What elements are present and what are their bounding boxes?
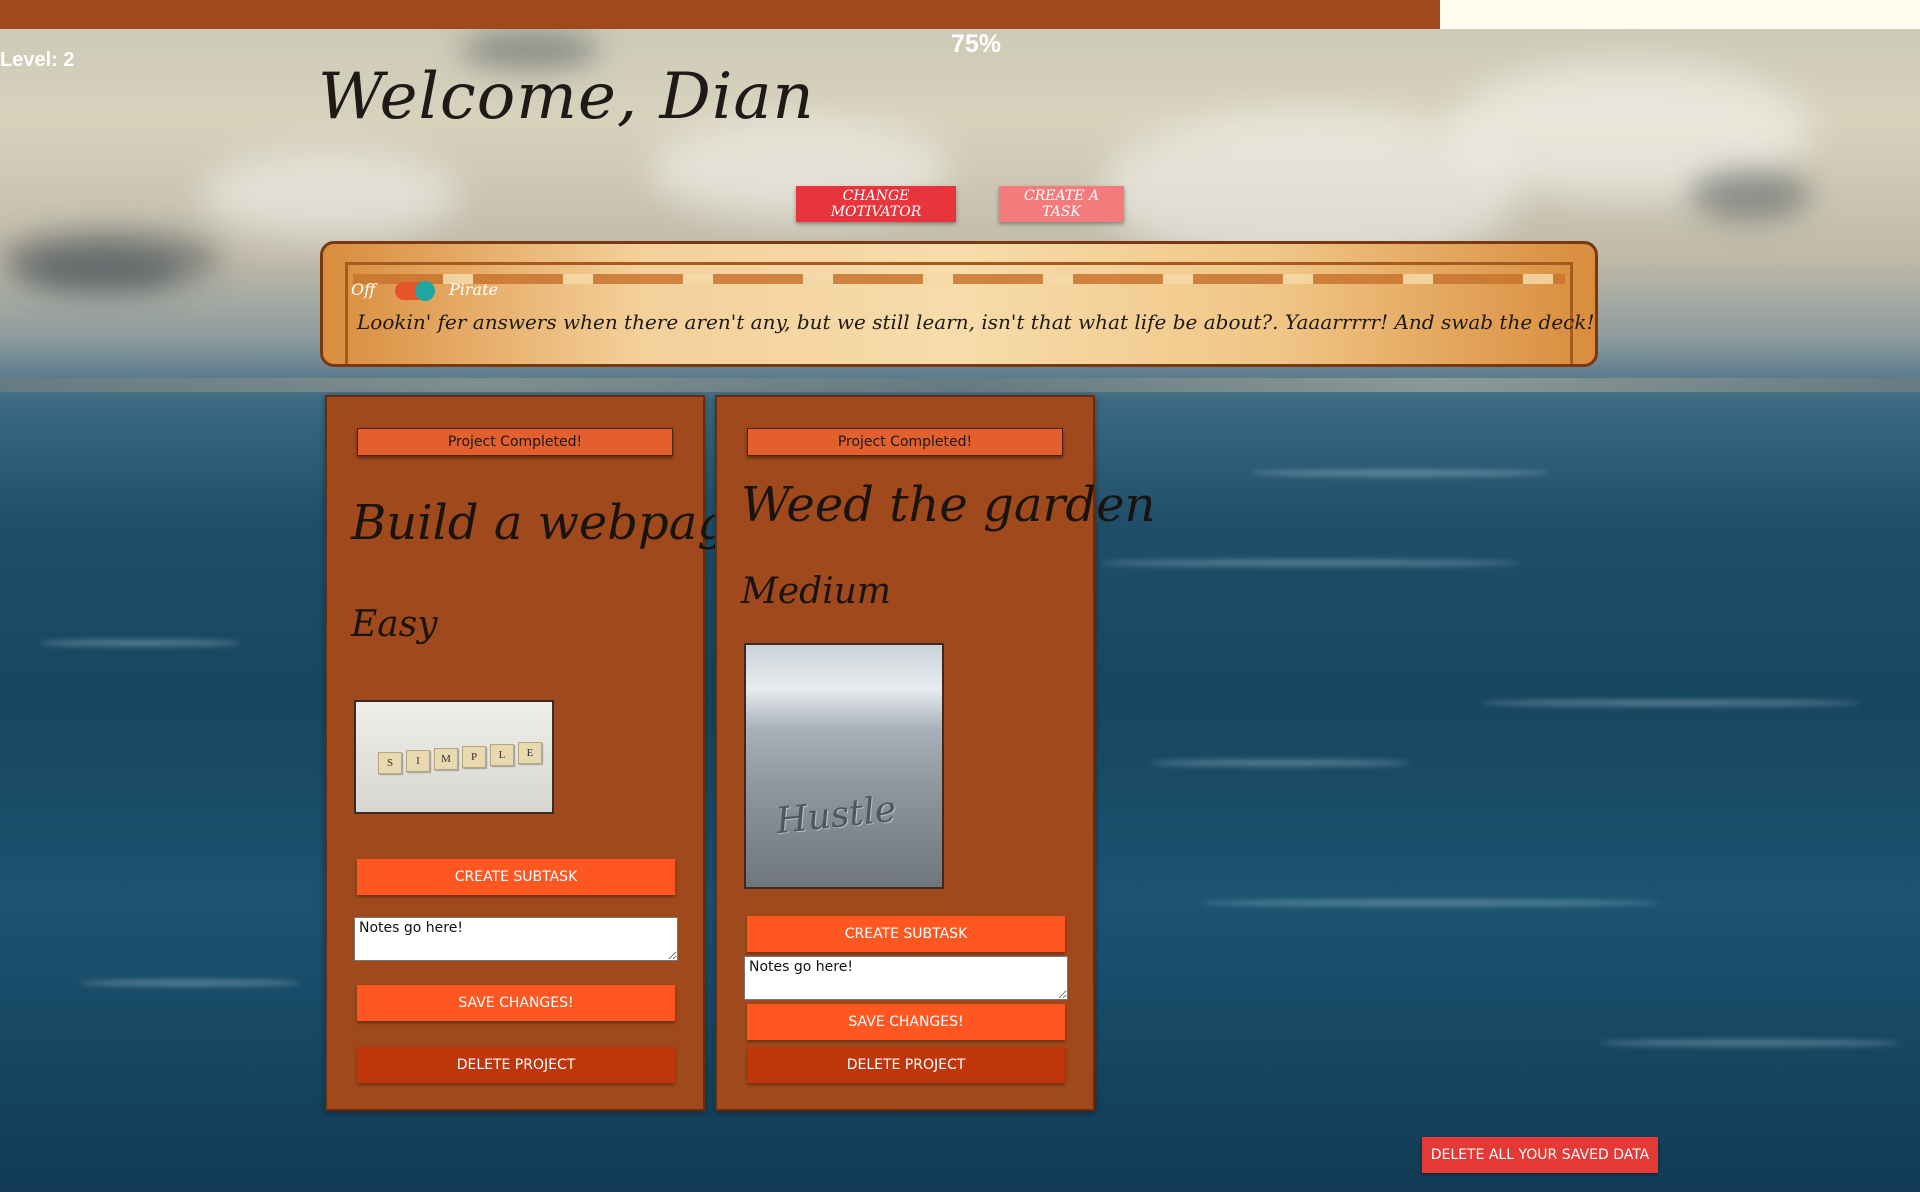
tile-letter: P — [462, 746, 486, 768]
toggle-on-label: Pirate — [449, 280, 498, 299]
progress-bar-fill — [0, 0, 1440, 29]
delete-project-button[interactable]: DELETE PROJECT — [357, 1047, 675, 1083]
banner-decoration — [353, 274, 1565, 284]
tile-letter: L — [490, 744, 514, 766]
progress-percent: 75% — [951, 30, 1002, 58]
project-completed-button[interactable]: Project Completed! — [747, 428, 1063, 456]
project-title: Weed the garden — [741, 477, 1156, 533]
motivator-quote: Lookin' fer answers when there aren't an… — [357, 310, 1598, 334]
delete-project-button[interactable]: DELETE PROJECT — [747, 1047, 1065, 1083]
notes-field[interactable]: Notes go here! — [744, 956, 1068, 1000]
page-title: Welcome, Dian — [318, 60, 815, 134]
save-changes-button[interactable]: SAVE CHANGES! — [357, 985, 675, 1021]
project-card: Project Completed! Build a webpage Easy … — [325, 395, 756, 1111]
tile-letter: M — [434, 748, 458, 770]
project-completed-button[interactable]: Project Completed! — [357, 428, 673, 456]
project-image: Hustle — [744, 643, 944, 889]
progress-bar — [0, 0, 1920, 29]
tile-letter: I — [406, 750, 430, 772]
change-motivator-button[interactable]: CHANGE MOTIVATOR — [796, 186, 956, 222]
toggle-knob — [415, 281, 435, 301]
project-image: S I M P L E — [354, 700, 554, 814]
create-subtask-button[interactable]: CREATE SUBTASK — [357, 859, 675, 895]
toggle-off-label: Off — [351, 280, 376, 299]
create-subtask-button[interactable]: CREATE SUBTASK — [747, 916, 1065, 952]
tile-letter: E — [518, 742, 542, 764]
motivator-banner: Off Pirate Lookin' fer answers when ther… — [320, 241, 1598, 367]
level-indicator: Level: 2 — [0, 49, 75, 71]
motivator-toggle[interactable] — [395, 281, 435, 301]
image-sand-writing: Hustle — [774, 788, 899, 843]
project-difficulty: Medium — [741, 571, 892, 612]
save-changes-button[interactable]: SAVE CHANGES! — [747, 1004, 1065, 1040]
delete-all-data-button[interactable]: DELETE ALL YOUR SAVED DATA — [1422, 1137, 1658, 1173]
create-task-button[interactable]: CREATE A TASK — [999, 186, 1124, 222]
notes-field[interactable]: Notes go here! — [354, 917, 678, 961]
project-title: Build a webpage — [351, 495, 757, 551]
project-card: Project Completed! Weed the garden Mediu… — [715, 395, 1155, 1111]
project-difficulty: Easy — [351, 604, 438, 645]
tile-letter: S — [378, 752, 402, 774]
